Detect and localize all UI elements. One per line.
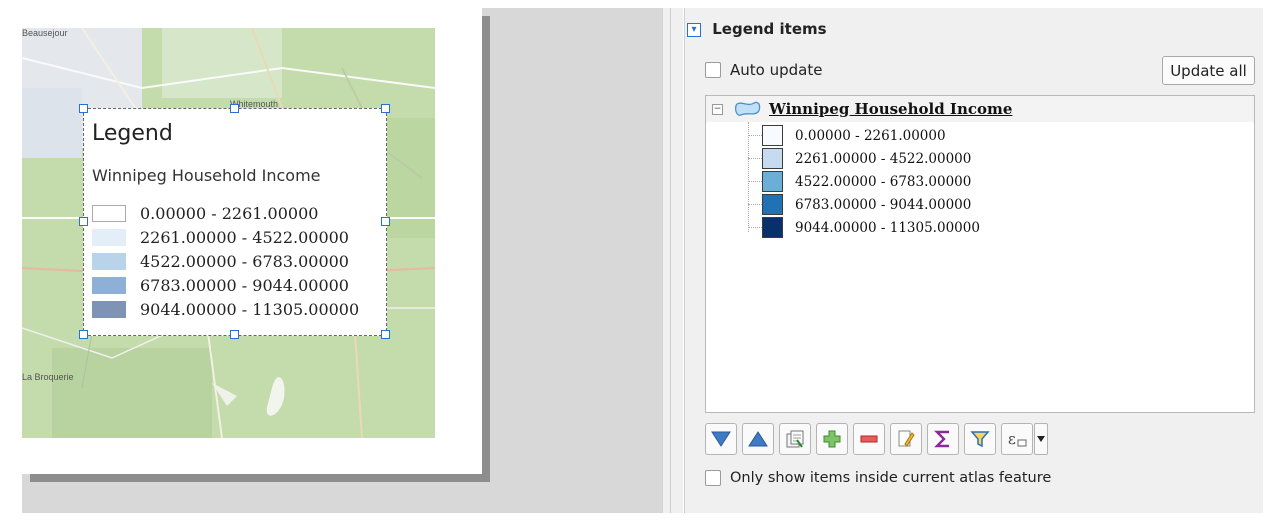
layout-canvas[interactable]: Beausejour Whitemouth La Broquerie Legen… bbox=[22, 8, 662, 513]
resize-handle-top[interactable] bbox=[230, 104, 239, 113]
class-swatch bbox=[762, 148, 783, 169]
dropdown-arrow-icon bbox=[1037, 436, 1045, 442]
class-swatch bbox=[762, 125, 783, 146]
count-features-button[interactable] bbox=[927, 423, 959, 455]
filter-legend-button[interactable] bbox=[964, 423, 996, 455]
legend-label: 6783.00000 - 9044.00000 bbox=[140, 275, 349, 295]
expression-filter-dropdown[interactable] bbox=[1034, 423, 1048, 455]
filter-legend-icon bbox=[970, 431, 990, 448]
class-label: 6783.00000 - 9044.00000 bbox=[795, 196, 972, 213]
update-all-button[interactable]: Update all bbox=[1162, 56, 1255, 85]
remove-item-icon bbox=[860, 435, 878, 443]
resize-handle-right[interactable] bbox=[381, 217, 390, 226]
legend-title: Legend bbox=[92, 121, 173, 146]
tree-branch-tick bbox=[748, 135, 762, 136]
atlas-filter-checkbox[interactable] bbox=[705, 470, 721, 486]
atlas-filter-label: Only show items inside current atlas fea… bbox=[730, 470, 1052, 486]
edit-group-button[interactable] bbox=[779, 423, 811, 455]
auto-update-row: Auto update bbox=[705, 61, 822, 79]
collapse-checkbox-icon[interactable]: ▾ bbox=[687, 22, 701, 37]
tree-layer-name: Winnipeg Household Income bbox=[769, 100, 1013, 118]
edit-item-button[interactable] bbox=[890, 423, 922, 455]
legend-label: 0.00000 - 2261.00000 bbox=[140, 203, 319, 223]
move-up-icon bbox=[748, 431, 768, 447]
class-label: 2261.00000 - 4522.00000 bbox=[795, 150, 972, 167]
tree-branch-tick bbox=[748, 158, 762, 159]
layout-window: Beausejour Whitemouth La Broquerie Legen… bbox=[0, 0, 1275, 524]
tree-class-item[interactable]: 4522.00000 - 6783.00000 bbox=[748, 171, 971, 192]
move-up-button[interactable] bbox=[742, 423, 774, 455]
collapse-icon[interactable]: − bbox=[712, 104, 723, 115]
legend-entry: 9044.00000 - 11305.00000 bbox=[92, 297, 359, 321]
legend-label: 4522.00000 - 6783.00000 bbox=[140, 251, 349, 271]
legend-toolbar: ε bbox=[705, 423, 1048, 455]
legend-swatch bbox=[92, 300, 126, 318]
legend-swatch bbox=[92, 204, 126, 222]
legend-item-list: 0.00000 - 2261.00000 2261.00000 - 4522.0… bbox=[92, 201, 359, 321]
auto-update-label: Auto update bbox=[730, 61, 823, 79]
legend-label: 9044.00000 - 11305.00000 bbox=[140, 299, 360, 319]
resize-handle-top-left[interactable] bbox=[79, 104, 88, 113]
legend-entry: 6783.00000 - 9044.00000 bbox=[92, 273, 359, 297]
class-swatch bbox=[762, 217, 783, 238]
count-features-icon bbox=[934, 430, 949, 448]
legend-label: 2261.00000 - 4522.00000 bbox=[140, 227, 349, 247]
legend-entry: 2261.00000 - 4522.00000 bbox=[92, 225, 359, 249]
legend-item-preview[interactable]: Legend Winnipeg Household Income 0.00000… bbox=[79, 104, 390, 339]
svg-text:ε: ε bbox=[1008, 430, 1016, 448]
tree-class-item[interactable]: 2261.00000 - 4522.00000 bbox=[748, 148, 971, 169]
legend-swatch bbox=[92, 252, 126, 270]
resize-handle-bottom-left[interactable] bbox=[79, 330, 88, 339]
resize-handle-bottom[interactable] bbox=[230, 330, 239, 339]
legend-swatch bbox=[92, 228, 126, 246]
tree-layer-row[interactable]: − Winnipeg Household Income bbox=[706, 96, 1254, 122]
move-down-button[interactable] bbox=[705, 423, 737, 455]
tree-class-item[interactable]: 6783.00000 - 9044.00000 bbox=[748, 194, 971, 215]
tree-branch-tick bbox=[748, 204, 762, 205]
resize-handle-left[interactable] bbox=[79, 217, 88, 226]
atlas-filter-row: Only show items inside current atlas fea… bbox=[705, 470, 1051, 486]
legend-items-group-header[interactable]: ▾ Legend items bbox=[687, 20, 827, 38]
edit-group-icon bbox=[786, 430, 804, 448]
legend-layer-name: Winnipeg Household Income bbox=[92, 166, 321, 185]
add-item-button[interactable] bbox=[816, 423, 848, 455]
resize-handle-bottom-right[interactable] bbox=[381, 330, 390, 339]
class-label: 0.00000 - 2261.00000 bbox=[795, 127, 946, 144]
legend-tree[interactable]: − Winnipeg Household Income 0.00000 - 22… bbox=[705, 95, 1255, 413]
class-swatch bbox=[762, 171, 783, 192]
legend-entry: 0.00000 - 2261.00000 bbox=[92, 201, 359, 225]
edit-item-icon bbox=[898, 430, 915, 447]
tree-branch-tick bbox=[748, 227, 762, 228]
map-label: Beausejour bbox=[22, 28, 68, 38]
remove-item-button[interactable] bbox=[853, 423, 885, 455]
expression-filter-icon: ε bbox=[1008, 430, 1027, 448]
auto-update-checkbox[interactable] bbox=[705, 62, 721, 78]
tree-branch-tick bbox=[748, 181, 762, 182]
expression-filter-button[interactable]: ε bbox=[1001, 423, 1033, 455]
move-down-icon bbox=[711, 431, 731, 447]
resize-handle-top-right[interactable] bbox=[381, 104, 390, 113]
legend-entry: 4522.00000 - 6783.00000 bbox=[92, 249, 359, 273]
legend-swatch bbox=[92, 276, 126, 294]
class-label: 4522.00000 - 6783.00000 bbox=[795, 173, 972, 190]
polygon-layer-icon bbox=[734, 101, 761, 116]
item-properties-panel: ▾ Legend items Auto update Update all − … bbox=[684, 8, 1263, 513]
panel-splitter[interactable] bbox=[662, 8, 683, 513]
group-title: Legend items bbox=[712, 20, 827, 38]
add-item-icon bbox=[823, 430, 841, 448]
tree-class-item[interactable]: 9044.00000 - 11305.00000 bbox=[748, 217, 980, 238]
layout-page: Beausejour Whitemouth La Broquerie Legen… bbox=[22, 8, 482, 474]
map-label: La Broquerie bbox=[22, 372, 74, 382]
class-swatch bbox=[762, 194, 783, 215]
class-label: 9044.00000 - 11305.00000 bbox=[795, 219, 980, 236]
tree-class-item[interactable]: 0.00000 - 2261.00000 bbox=[748, 125, 946, 146]
